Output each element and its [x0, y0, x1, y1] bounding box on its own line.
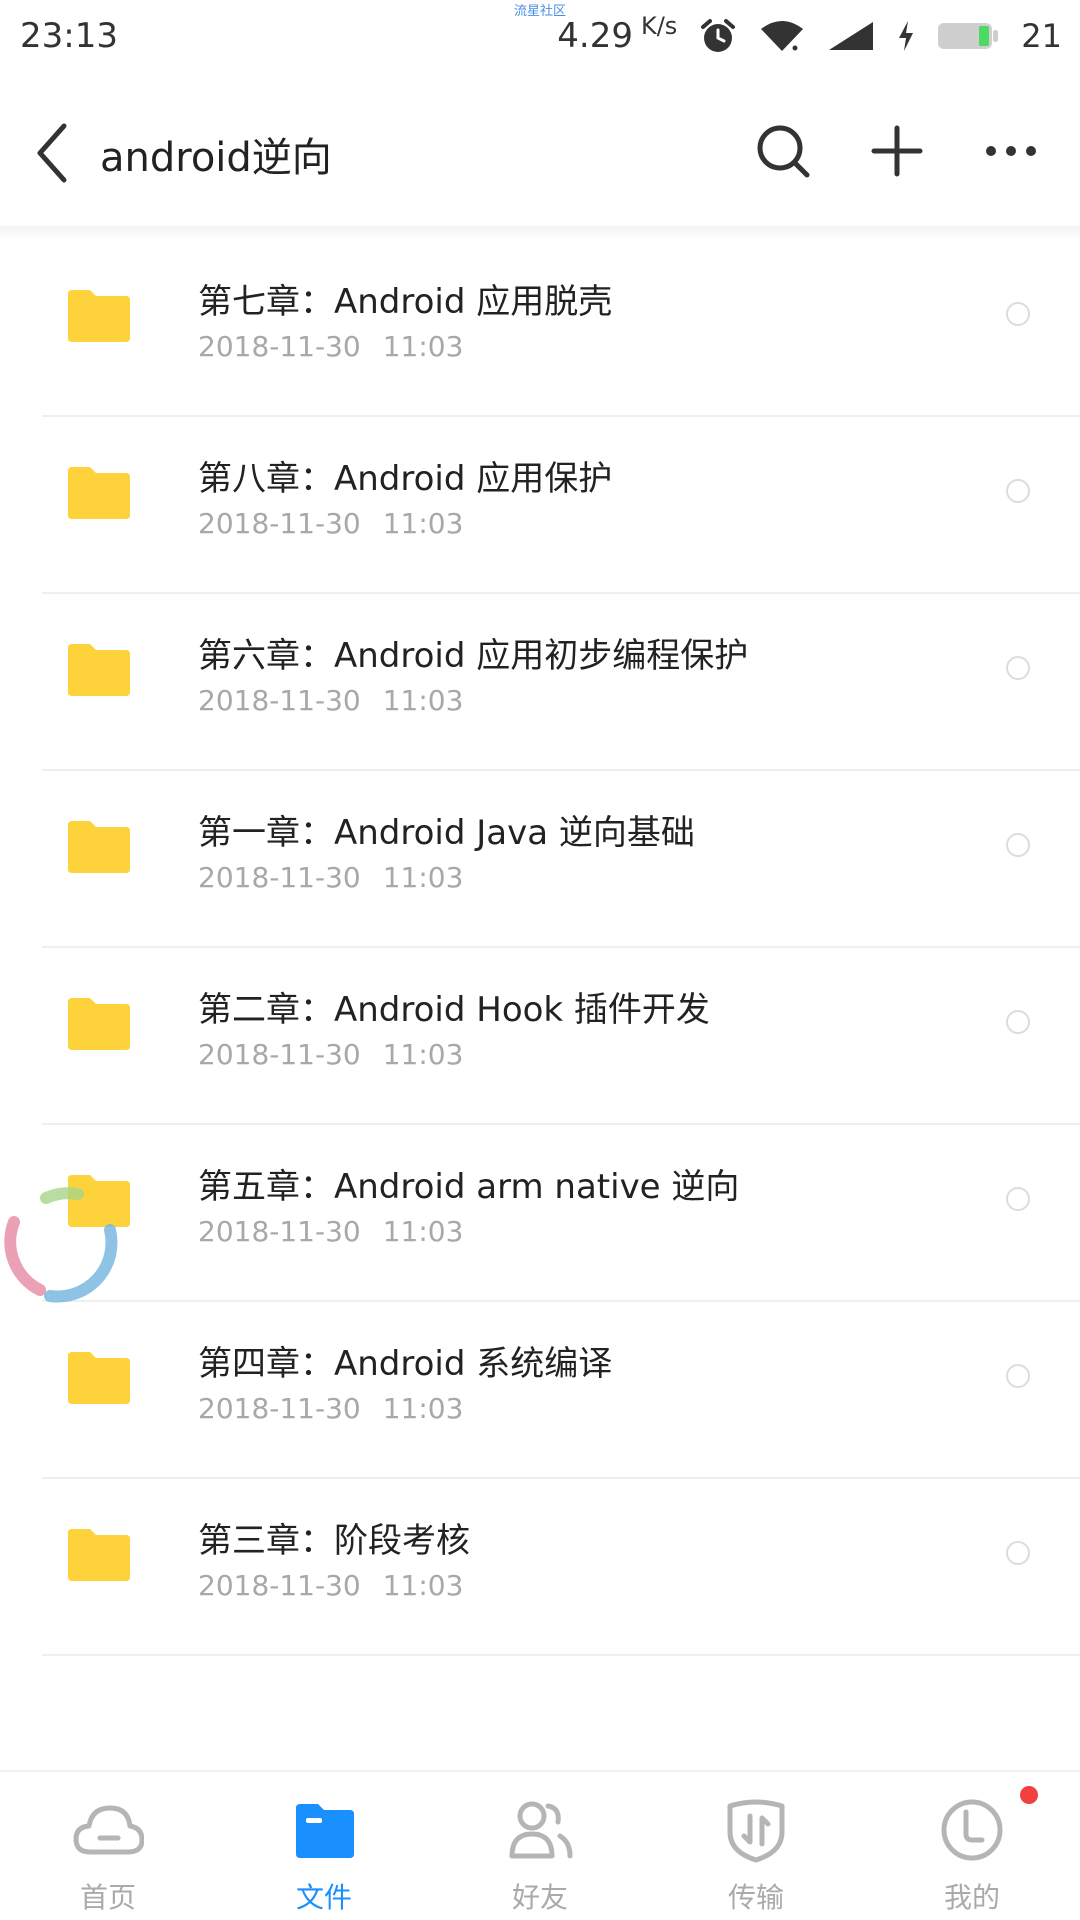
- folder-time: 11:03: [382, 684, 464, 717]
- folder-row[interactable]: 第八章：Android 应用保护 2018-11-30 11:03: [0, 417, 1080, 594]
- select-radio[interactable]: [1006, 302, 1030, 326]
- folder-time: 11:03: [382, 1569, 464, 1602]
- folder-icon: [68, 1352, 130, 1404]
- folder-icon: [68, 644, 130, 696]
- screen: 23:13 流星社区 4.29 K/s 21 android逆向 第七章：And…: [0, 0, 1080, 1920]
- battery-level: 21: [1021, 17, 1062, 55]
- select-radio[interactable]: [1006, 1010, 1030, 1034]
- folder-name: 第三章：阶段考核: [198, 1521, 470, 1561]
- folder-modified: 2018-11-30 11:03: [198, 1038, 463, 1071]
- folder-row[interactable]: 第七章：Android 应用脱壳 2018-11-30 11:03: [0, 240, 1080, 417]
- network-speed-unit: K/s: [640, 12, 678, 40]
- select-radio[interactable]: [1006, 656, 1030, 680]
- search-icon: [757, 125, 810, 178]
- folder-time: 11:03: [382, 507, 464, 540]
- folder-time: 11:03: [382, 1038, 464, 1071]
- back-icon[interactable]: [34, 118, 74, 188]
- tab-files[interactable]: 文件: [216, 1772, 432, 1920]
- folder-icon: [68, 290, 130, 342]
- tab-friends[interactable]: 好友: [432, 1772, 648, 1920]
- select-radio[interactable]: [1006, 1364, 1030, 1388]
- more-button[interactable]: [976, 116, 1046, 186]
- select-radio[interactable]: [1006, 1187, 1030, 1211]
- folder-name: 第七章：Android 应用脱壳: [198, 282, 613, 322]
- battery-icon: [938, 23, 999, 49]
- network-speed: 4.29 K/s: [557, 12, 677, 56]
- network-speed-value: 4.29: [557, 16, 633, 56]
- plus-icon: [871, 125, 923, 177]
- folder-date: 2018-11-30: [198, 1038, 361, 1071]
- folder-row[interactable]: 第六章：Android 应用初步编程保护 2018-11-30 11:03: [0, 594, 1080, 771]
- folder-name: 第二章：Android Hook 插件开发: [198, 990, 710, 1030]
- more-icon: [986, 146, 1036, 156]
- add-button[interactable]: [862, 116, 932, 186]
- tab-label: 首页: [79, 1881, 136, 1914]
- bottom-nav: 首页 文件 好友 传输 我的: [0, 1770, 1080, 1920]
- tab-home[interactable]: 首页: [0, 1772, 216, 1920]
- page-title: android逆向: [100, 135, 332, 181]
- folder-name: 第八章：Android 应用保护: [198, 459, 613, 499]
- folder-name: 第一章：Android Java 逆向基础: [198, 813, 695, 853]
- folder-row[interactable]: 第三章：阶段考核 2018-11-30 11:03: [0, 1479, 1080, 1656]
- profile-icon: [941, 1799, 1003, 1861]
- tab-label: 传输: [727, 1881, 784, 1914]
- folder-row[interactable]: 第二章：Android Hook 插件开发 2018-11-30 11:03: [0, 948, 1080, 1125]
- select-radio[interactable]: [1006, 1541, 1030, 1565]
- folder-modified: 2018-11-30 11:03: [198, 507, 463, 540]
- header-divider: [0, 226, 1080, 240]
- folder-icon: [296, 1804, 354, 1858]
- folder-name: 第五章：Android arm native 逆向: [198, 1167, 740, 1207]
- wifi-icon: [761, 21, 804, 51]
- folder-date: 2018-11-30: [198, 330, 361, 363]
- folder-date: 2018-11-30: [198, 684, 361, 717]
- tab-transfer[interactable]: 传输: [648, 1772, 864, 1920]
- select-radio[interactable]: [1006, 479, 1030, 503]
- folder-name: 第六章：Android 应用初步编程保护: [198, 636, 749, 676]
- loading-spinner-icon[interactable]: [0, 1172, 130, 1312]
- folder-time: 11:03: [382, 1215, 464, 1248]
- folder-date: 2018-11-30: [198, 507, 361, 540]
- folder-modified: 2018-11-30 11:03: [198, 1569, 463, 1602]
- app-header: android逆向: [0, 80, 1080, 230]
- transfer-icon: [727, 1799, 785, 1863]
- folder-modified: 2018-11-30 11:03: [198, 1215, 463, 1248]
- cloud-icon: [73, 1805, 144, 1855]
- charging-icon: [899, 21, 914, 51]
- search-button[interactable]: [748, 116, 818, 186]
- notification-badge: [1020, 1786, 1038, 1804]
- tab-label: 我的: [943, 1881, 1000, 1914]
- tab-profile[interactable]: 我的: [864, 1772, 1080, 1920]
- folder-row[interactable]: 第五章：Android arm native 逆向 2018-11-30 11:0…: [0, 1125, 1080, 1302]
- folder-row[interactable]: 第一章：Android Java 逆向基础 2018-11-30 11:03: [0, 771, 1080, 948]
- folder-icon: [68, 1529, 130, 1581]
- folder-icon: [68, 467, 130, 519]
- folder-icon: [68, 998, 130, 1050]
- folder-row[interactable]: 第四章：Android 系统编译 2018-11-30 11:03: [0, 1302, 1080, 1479]
- tab-label: 文件: [295, 1881, 352, 1914]
- select-radio[interactable]: [1006, 833, 1030, 857]
- status-bar: 23:13 流星社区 4.29 K/s 21: [0, 0, 1080, 72]
- folder-name: 第四章：Android 系统编译: [198, 1344, 613, 1384]
- tab-label: 好友: [511, 1881, 568, 1914]
- folder-date: 2018-11-30: [198, 1392, 361, 1425]
- folder-list: 第七章：Android 应用脱壳 2018-11-30 11:03 第八章：And…: [0, 240, 1080, 1656]
- status-icons: 4.29 K/s 21: [557, 12, 1062, 60]
- folder-date: 2018-11-30: [198, 1569, 361, 1602]
- folder-date: 2018-11-30: [198, 1215, 361, 1248]
- signal-icon: [829, 22, 874, 50]
- friends-icon: [509, 1801, 573, 1859]
- folder-modified: 2018-11-30 11:03: [198, 330, 463, 363]
- folder-modified: 2018-11-30 11:03: [198, 684, 463, 717]
- folder-time: 11:03: [382, 1392, 464, 1425]
- folder-modified: 2018-11-30 11:03: [198, 861, 463, 894]
- folder-time: 11:03: [382, 861, 464, 894]
- status-time: 23:13: [20, 16, 118, 56]
- alarm-icon: [701, 19, 736, 52]
- folder-date: 2018-11-30: [198, 861, 361, 894]
- folder-icon: [68, 821, 130, 873]
- folder-modified: 2018-11-30 11:03: [198, 1392, 463, 1425]
- folder-time: 11:03: [382, 330, 464, 363]
